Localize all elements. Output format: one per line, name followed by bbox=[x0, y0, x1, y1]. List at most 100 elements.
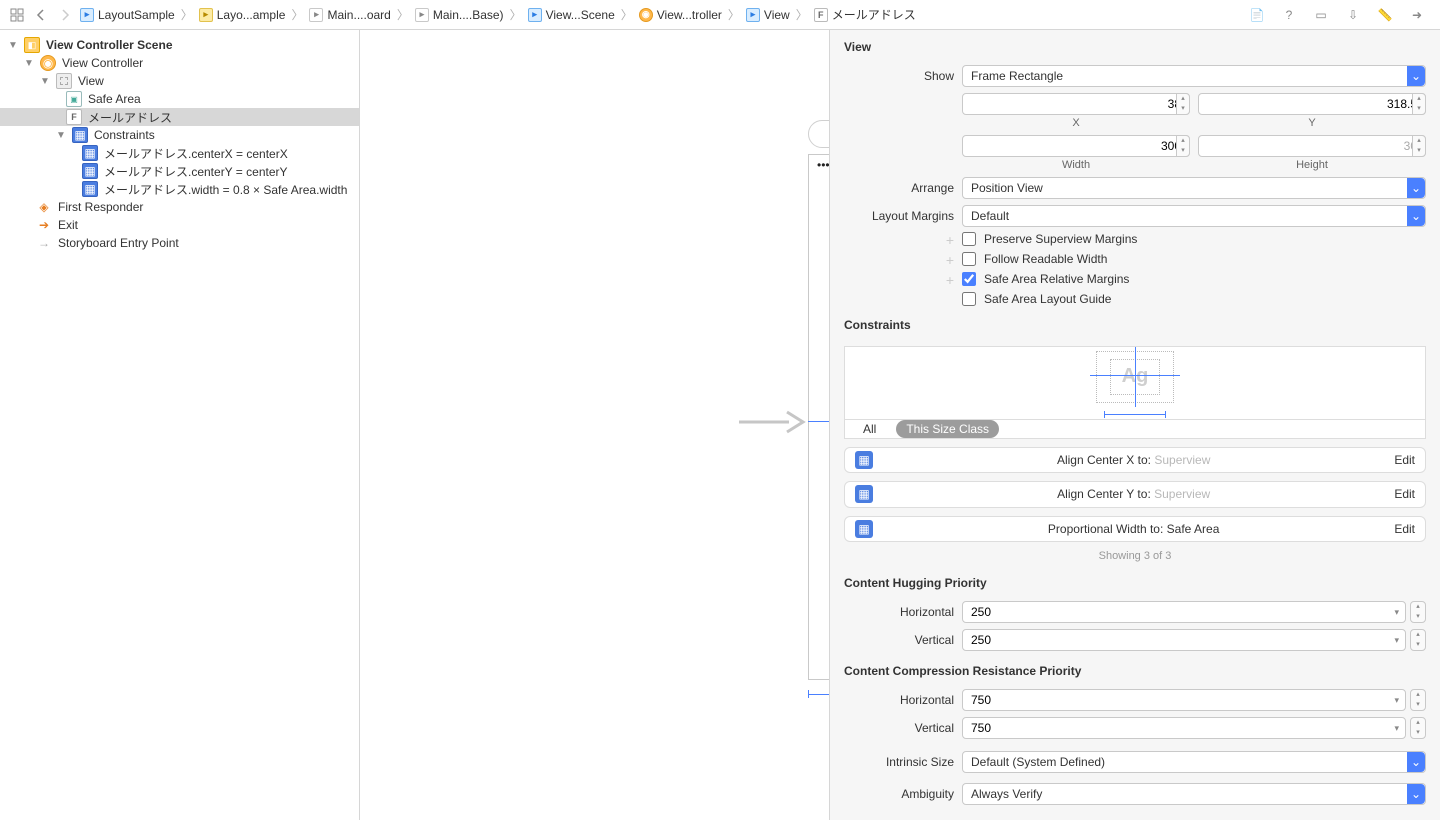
device-frame[interactable]: ••• 9:41 AM bbox=[808, 154, 830, 680]
plus-icon[interactable]: + bbox=[844, 232, 954, 248]
nav-group bbox=[6, 4, 76, 26]
width-field[interactable]: ▴▾ bbox=[962, 135, 1190, 157]
label: Ambiguity bbox=[844, 787, 954, 801]
label: Horizontal bbox=[844, 693, 954, 707]
plus-icon[interactable]: + bbox=[844, 252, 954, 268]
constraint-label: メールアドレス.width = 0.8 × Safe Area.width bbox=[104, 181, 347, 198]
outline-vc[interactable]: ▼◉View Controller bbox=[0, 54, 359, 72]
scene-label: View Controller Scene bbox=[46, 38, 173, 52]
preserve-margins-checkbox[interactable]: Preserve Superview Margins bbox=[962, 232, 1137, 246]
outline-scene[interactable]: ▼◧View Controller Scene bbox=[0, 36, 359, 54]
constraints-diagram[interactable]: Ag bbox=[844, 346, 1426, 420]
row-saferel: + Safe Area Relative Margins bbox=[830, 270, 1440, 290]
margins-select[interactable]: Default⌄ bbox=[962, 205, 1426, 227]
stepper[interactable]: ▴▾ bbox=[1176, 93, 1190, 115]
show-select[interactable]: Frame Rectangle⌄ bbox=[962, 65, 1426, 87]
row-wh: ▴▾Width ▴▾Height bbox=[830, 132, 1440, 174]
document-outline[interactable]: ▼◧View Controller Scene ▼◉View Controlle… bbox=[0, 30, 360, 820]
stepper[interactable]: ▴▾ bbox=[1412, 93, 1426, 115]
x-input[interactable] bbox=[971, 97, 1181, 111]
crumb[interactable]: ▸Main....Base) bbox=[411, 8, 508, 22]
crumb[interactable]: ▸View...Scene bbox=[524, 8, 619, 22]
outline-textfield[interactable]: Fメールアドレス bbox=[0, 108, 359, 126]
disclosure-icon[interactable]: ▼ bbox=[24, 58, 34, 69]
inspector-panel: 📄 ? ▭ ⇩ 📏 ➜ View Show Frame Rectangle⌄ ▴… bbox=[830, 30, 1440, 820]
value: 750 bbox=[971, 693, 991, 707]
disclosure-icon[interactable]: ▼ bbox=[8, 40, 18, 51]
constraint-icon: ▦ bbox=[855, 485, 873, 503]
arrange-select[interactable]: Position View⌄ bbox=[962, 177, 1426, 199]
safearea-label: Safe Area bbox=[88, 92, 141, 106]
crumb-icon: ◉ bbox=[639, 8, 653, 22]
constraints-label: Constraints bbox=[94, 128, 155, 142]
edit-button[interactable]: Edit bbox=[1394, 453, 1415, 467]
comp-v-field[interactable]: 750 bbox=[962, 717, 1406, 739]
label: Layout Margins bbox=[844, 209, 954, 223]
stepper[interactable]: ▴▾ bbox=[1410, 689, 1426, 711]
outline-safearea[interactable]: ▣Safe Area bbox=[0, 90, 359, 108]
stepper[interactable]: ▴▾ bbox=[1410, 629, 1426, 651]
outline-constraint-item[interactable]: ▦メールアドレス.width = 0.8 × Safe Area.width bbox=[0, 180, 359, 198]
forward-button[interactable] bbox=[54, 4, 76, 26]
crumb-icon: F bbox=[814, 8, 828, 22]
constraint-text: Proportional Width to: Safe Area bbox=[883, 522, 1384, 536]
constraint-row[interactable]: ▦Align Center X to: SuperviewEdit bbox=[844, 447, 1426, 473]
comp-h-field[interactable]: 750 bbox=[962, 689, 1406, 711]
hug-h-field[interactable]: 250 bbox=[962, 601, 1406, 623]
scene-container[interactable]: ••• 9:41 AM bbox=[808, 120, 830, 680]
readable-width-checkbox[interactable]: Follow Readable Width bbox=[962, 252, 1107, 266]
crumb-icon: ▸ bbox=[309, 8, 323, 22]
height-input[interactable] bbox=[1207, 139, 1417, 153]
crumb[interactable]: ▸LayoutSample bbox=[76, 8, 179, 22]
seg-this-size-class[interactable]: This Size Class bbox=[896, 420, 999, 438]
crumb[interactable]: ◉View...troller bbox=[635, 8, 726, 22]
width-input[interactable] bbox=[971, 139, 1181, 153]
canvas[interactable]: ••• 9:41 AM メールアドレス bbox=[360, 30, 830, 820]
back-button[interactable] bbox=[30, 4, 52, 26]
y-field[interactable]: ▴▾ bbox=[1198, 93, 1426, 115]
stepper[interactable]: ▴▾ bbox=[1176, 135, 1190, 157]
outline-exit[interactable]: ➔Exit bbox=[0, 216, 359, 234]
hug-v-field[interactable]: 250 bbox=[962, 629, 1406, 651]
scene-dock[interactable] bbox=[808, 120, 830, 148]
intrinsic-select[interactable]: Default (System Defined)⌄ bbox=[962, 751, 1426, 773]
crumb[interactable]: ▸View bbox=[742, 8, 794, 22]
width-indicator bbox=[808, 690, 830, 698]
select-value: Position View bbox=[971, 181, 1043, 195]
plus-icon[interactable]: + bbox=[844, 272, 954, 288]
crumb[interactable]: ▸Layo...ample bbox=[195, 8, 290, 22]
cap: Height bbox=[1198, 159, 1426, 171]
constraint-row[interactable]: ▦ Proportional Width to: Safe Area Edit bbox=[844, 516, 1426, 542]
y-input[interactable] bbox=[1207, 97, 1417, 111]
stepper[interactable]: ▴▾ bbox=[1412, 135, 1426, 157]
crumb[interactable]: Fメールアドレス bbox=[810, 6, 920, 23]
outline-constraint-item[interactable]: ▦メールアドレス.centerX = centerX bbox=[0, 144, 359, 162]
constraint-row[interactable]: ▦ Align Center Y to: Superview Edit bbox=[844, 481, 1426, 507]
constraint-text: Align Center Y to: Superview bbox=[883, 487, 1384, 501]
x-field[interactable]: ▴▾ bbox=[962, 93, 1190, 115]
safearea-relative-checkbox[interactable]: Safe Area Relative Margins bbox=[962, 272, 1129, 286]
disclosure-icon[interactable]: ▼ bbox=[40, 76, 50, 87]
crumb[interactable]: ▸Main....oard bbox=[305, 8, 394, 22]
row-margins: Layout Margins Default⌄ bbox=[830, 202, 1440, 230]
stepper[interactable]: ▴▾ bbox=[1410, 717, 1426, 739]
label: Intrinsic Size bbox=[844, 755, 954, 769]
related-items-icon[interactable] bbox=[6, 4, 28, 26]
outline-first-responder[interactable]: ◈First Responder bbox=[0, 198, 359, 216]
constraint-icon: ▦ bbox=[855, 451, 873, 469]
constraint-icon: ▦ bbox=[855, 520, 873, 538]
seg-all[interactable]: All bbox=[853, 420, 886, 438]
edit-button[interactable]: Edit bbox=[1394, 522, 1415, 536]
height-field[interactable]: ▴▾ bbox=[1198, 135, 1426, 157]
ambiguity-select[interactable]: Always Verify⌄ bbox=[962, 783, 1426, 805]
outline-constraints[interactable]: ▼▦Constraints bbox=[0, 126, 359, 144]
stepper[interactable]: ▴▾ bbox=[1410, 601, 1426, 623]
outline-constraint-item[interactable]: ▦メールアドレス.centerY = centerY bbox=[0, 162, 359, 180]
entry-arrow-icon[interactable] bbox=[737, 408, 807, 439]
edit-button[interactable]: Edit bbox=[1394, 487, 1415, 501]
disclosure-icon[interactable]: ▼ bbox=[56, 130, 66, 141]
outline-view[interactable]: ▼View bbox=[0, 72, 359, 90]
outline-entry-point[interactable]: →Storyboard Entry Point bbox=[0, 234, 359, 252]
label: Vertical bbox=[844, 633, 954, 647]
safearea-guide-checkbox[interactable]: Safe Area Layout Guide bbox=[962, 292, 1111, 306]
